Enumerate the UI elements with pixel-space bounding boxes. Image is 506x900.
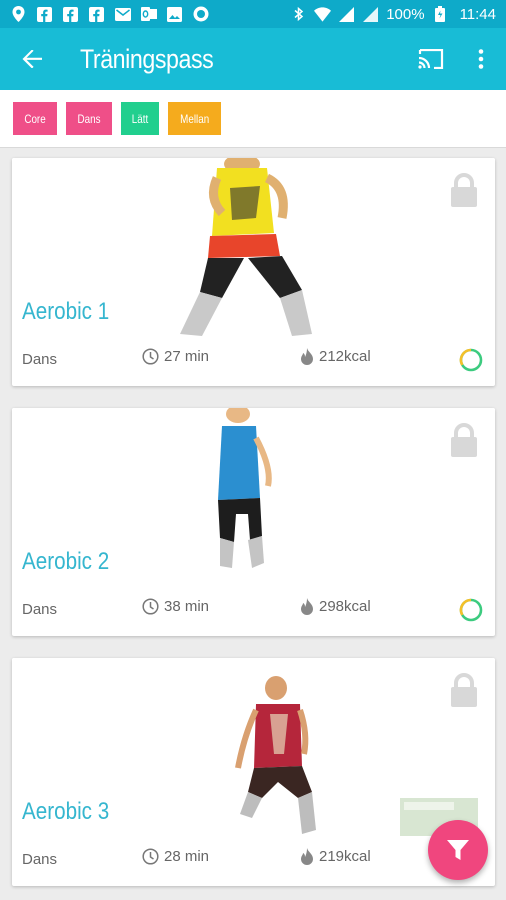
back-button[interactable]: [0, 28, 64, 90]
clock-icon: [142, 348, 159, 365]
duration-text: 28 min: [164, 848, 210, 865]
workout-title: Aerobic 1: [22, 298, 110, 325]
calories-text: 212kcal: [319, 348, 371, 365]
workout-card[interactable]: Aerobic 2 Dans 38 min 298kcal: [12, 408, 495, 636]
calories-text: 219kcal: [319, 848, 371, 865]
circle-icon: [192, 6, 209, 23]
workout-list: Aerobic 1 Dans 27 min 212kcal Aerobic 2 …: [0, 150, 506, 900]
lock-icon: [451, 173, 477, 207]
workout-card[interactable]: Aerobic 1 Dans 27 min 212kcal: [12, 158, 495, 386]
workout-calories: 298kcal: [300, 598, 371, 615]
flame-icon: [301, 848, 313, 865]
facebook-icon: [36, 6, 53, 23]
clock-icon: [142, 848, 159, 865]
location-icon: [10, 6, 27, 23]
filter-chip-mellan[interactable]: Mellan: [168, 102, 222, 135]
filter-chip-bar: Core Dans Lätt Mellan: [0, 90, 506, 148]
battery-percentage: 100%: [386, 5, 425, 23]
bluetooth-icon: [290, 6, 307, 23]
filter-chip-dans[interactable]: Dans: [66, 102, 113, 135]
outlook-icon: [140, 6, 157, 23]
chip-label: Lätt: [131, 111, 149, 126]
chip-label: Dans: [77, 111, 101, 126]
signal-icon: [338, 6, 355, 23]
workout-category: Dans: [22, 601, 58, 618]
filter-fab-button[interactable]: [428, 820, 488, 880]
filter-icon: [447, 840, 469, 860]
workout-title: Aerobic 3: [22, 798, 110, 825]
mail-icon: [114, 6, 131, 23]
clock-icon: [142, 598, 159, 615]
workout-duration: 38 min: [142, 598, 209, 615]
workout-category: Dans: [22, 851, 58, 868]
workout-calories: 212kcal: [300, 348, 371, 365]
flame-icon: [301, 348, 313, 365]
cast-button[interactable]: [406, 28, 456, 90]
battery-icon: [432, 6, 449, 23]
signal-icon: [362, 6, 379, 23]
workout-calories: 219kcal: [300, 848, 371, 865]
cast-icon: [418, 49, 444, 69]
workout-title: Aerobic 2: [22, 548, 110, 575]
workout-meta: Dans 38 min 298kcal: [12, 598, 495, 622]
progress-ring-icon: [459, 348, 483, 372]
arrow-back-icon: [22, 50, 42, 68]
image-icon: [166, 6, 183, 23]
facebook-icon: [62, 6, 79, 23]
lock-icon: [451, 423, 477, 457]
more-vert-icon: [478, 49, 484, 69]
progress-ring-icon: [459, 598, 483, 622]
page-title: Träningspass: [80, 43, 214, 74]
chip-label: Core: [24, 111, 46, 126]
facebook-icon: [88, 6, 105, 23]
notification-icons: [10, 6, 209, 23]
workout-meta: Dans 28 min 219kcal: [12, 848, 495, 872]
wifi-icon: [314, 6, 332, 23]
system-tray: 100% 11:44: [290, 6, 496, 23]
filter-chip-core[interactable]: Core: [13, 102, 58, 135]
lock-icon: [451, 673, 477, 707]
clock: 11:44: [459, 5, 496, 23]
chip-label: Mellan: [180, 111, 210, 126]
workout-category: Dans: [22, 351, 58, 368]
filter-chip-latt[interactable]: Lätt: [121, 102, 160, 135]
calories-text: 298kcal: [319, 598, 371, 615]
app-bar: Träningspass: [0, 28, 506, 90]
workout-duration: 28 min: [142, 848, 209, 865]
flame-icon: [301, 598, 313, 615]
duration-text: 38 min: [164, 598, 210, 615]
workout-duration: 27 min: [142, 348, 209, 365]
duration-text: 27 min: [164, 348, 210, 365]
workout-meta: Dans 27 min 212kcal: [12, 348, 495, 372]
more-menu-button[interactable]: [456, 28, 506, 90]
workout-card[interactable]: Aerobic 3 Dans 28 min 219kcal: [12, 658, 495, 886]
status-bar: 100% 11:44: [0, 0, 506, 28]
